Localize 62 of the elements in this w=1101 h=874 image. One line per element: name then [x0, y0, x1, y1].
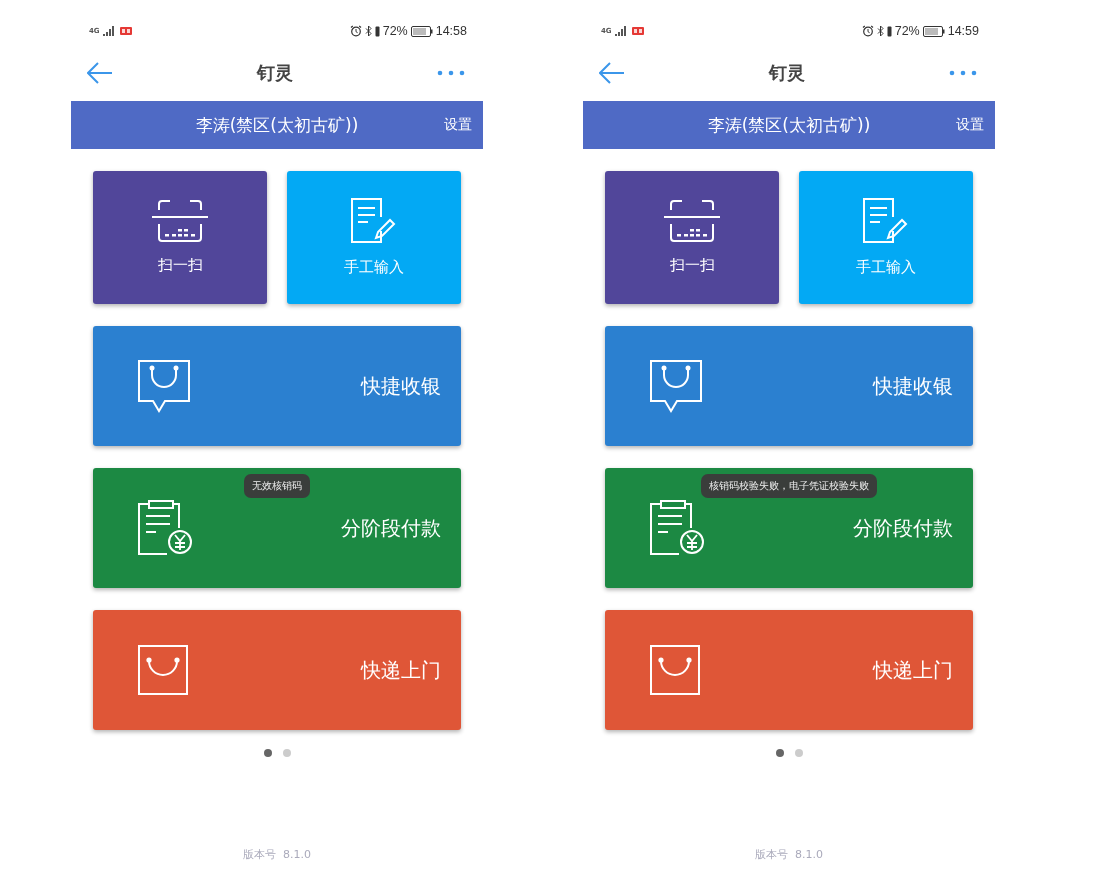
menu-tile[interactable]: 扫一扫: [605, 171, 779, 304]
signal-icon: [614, 26, 627, 36]
signal-icon: [102, 26, 115, 36]
tile-label: 快捷收银: [873, 372, 953, 400]
notification-icon: [631, 27, 644, 35]
bluetooth-icon: [364, 25, 372, 37]
page-dot[interactable]: [794, 749, 803, 757]
menu-tile[interactable]: 快捷收银: [605, 326, 973, 446]
battery-percent: 72%: [894, 24, 920, 38]
tile-label: 扫一扫: [669, 256, 715, 275]
user-name: 李涛(禁区(太初古矿)): [195, 113, 359, 137]
settings-link[interactable]: 设置: [444, 116, 472, 134]
scan-icon: [151, 200, 209, 242]
tile-label: 手工输入: [344, 258, 404, 277]
scan-icon: [663, 200, 721, 242]
tile-label: 快递上门: [873, 656, 953, 684]
user-name: 李涛(禁区(太初古矿)): [707, 113, 871, 137]
alarm-icon: [349, 25, 362, 37]
battery-icon: [922, 25, 945, 37]
vibrate-icon: [374, 25, 380, 37]
clipboard-yen-icon: [649, 500, 705, 556]
document-pencil-icon: [863, 198, 909, 244]
tile-label: 手工输入: [856, 258, 916, 277]
app-title: 钉灵: [257, 60, 293, 85]
app-title: 钉灵: [769, 60, 805, 85]
battery-icon: [410, 25, 433, 37]
toast-message: 无效核销码: [244, 474, 310, 498]
page-dot[interactable]: [775, 749, 784, 757]
clock-time: 14:59: [947, 24, 979, 38]
version-text: 版本号 8.1.0: [243, 847, 311, 862]
menu-tile[interactable]: 手工输入: [799, 171, 973, 304]
chat-bag-icon: [649, 359, 703, 413]
tile-label: 快捷收银: [361, 372, 441, 400]
alarm-icon: [861, 25, 874, 37]
page-dot[interactable]: [282, 749, 291, 757]
more-icon[interactable]: [949, 69, 977, 76]
clock-time: 14:58: [435, 24, 467, 38]
bluetooth-icon: [876, 25, 884, 37]
page-dot[interactable]: [263, 749, 272, 757]
tile-label: 分阶段付款: [853, 514, 953, 542]
menu-tile[interactable]: 手工输入: [287, 171, 461, 304]
menu-tile[interactable]: 扫一扫: [93, 171, 267, 304]
vibrate-icon: [886, 25, 892, 37]
shopping-bag-icon: [137, 644, 189, 696]
tile-label: 快递上门: [361, 656, 441, 684]
chat-bag-icon: [137, 359, 191, 413]
toast-message: 核销码校验失败，电子凭证校验失败: [701, 474, 877, 498]
tile-label: 扫一扫: [157, 256, 203, 275]
tile-label: 分阶段付款: [341, 514, 441, 542]
menu-tile[interactable]: 快捷收银: [93, 326, 461, 446]
document-pencil-icon: [351, 198, 397, 244]
menu-tile[interactable]: 快递上门: [93, 610, 461, 730]
shopping-bag-icon: [649, 644, 701, 696]
more-icon[interactable]: [437, 69, 465, 76]
battery-percent: 72%: [382, 24, 408, 38]
notification-icon: [119, 27, 132, 35]
settings-link[interactable]: 设置: [956, 116, 984, 134]
menu-tile[interactable]: 快递上门: [605, 610, 973, 730]
back-arrow-icon[interactable]: [599, 61, 625, 84]
clipboard-yen-icon: [137, 500, 193, 556]
back-arrow-icon[interactable]: [87, 61, 113, 84]
version-text: 版本号 8.1.0: [755, 847, 823, 862]
